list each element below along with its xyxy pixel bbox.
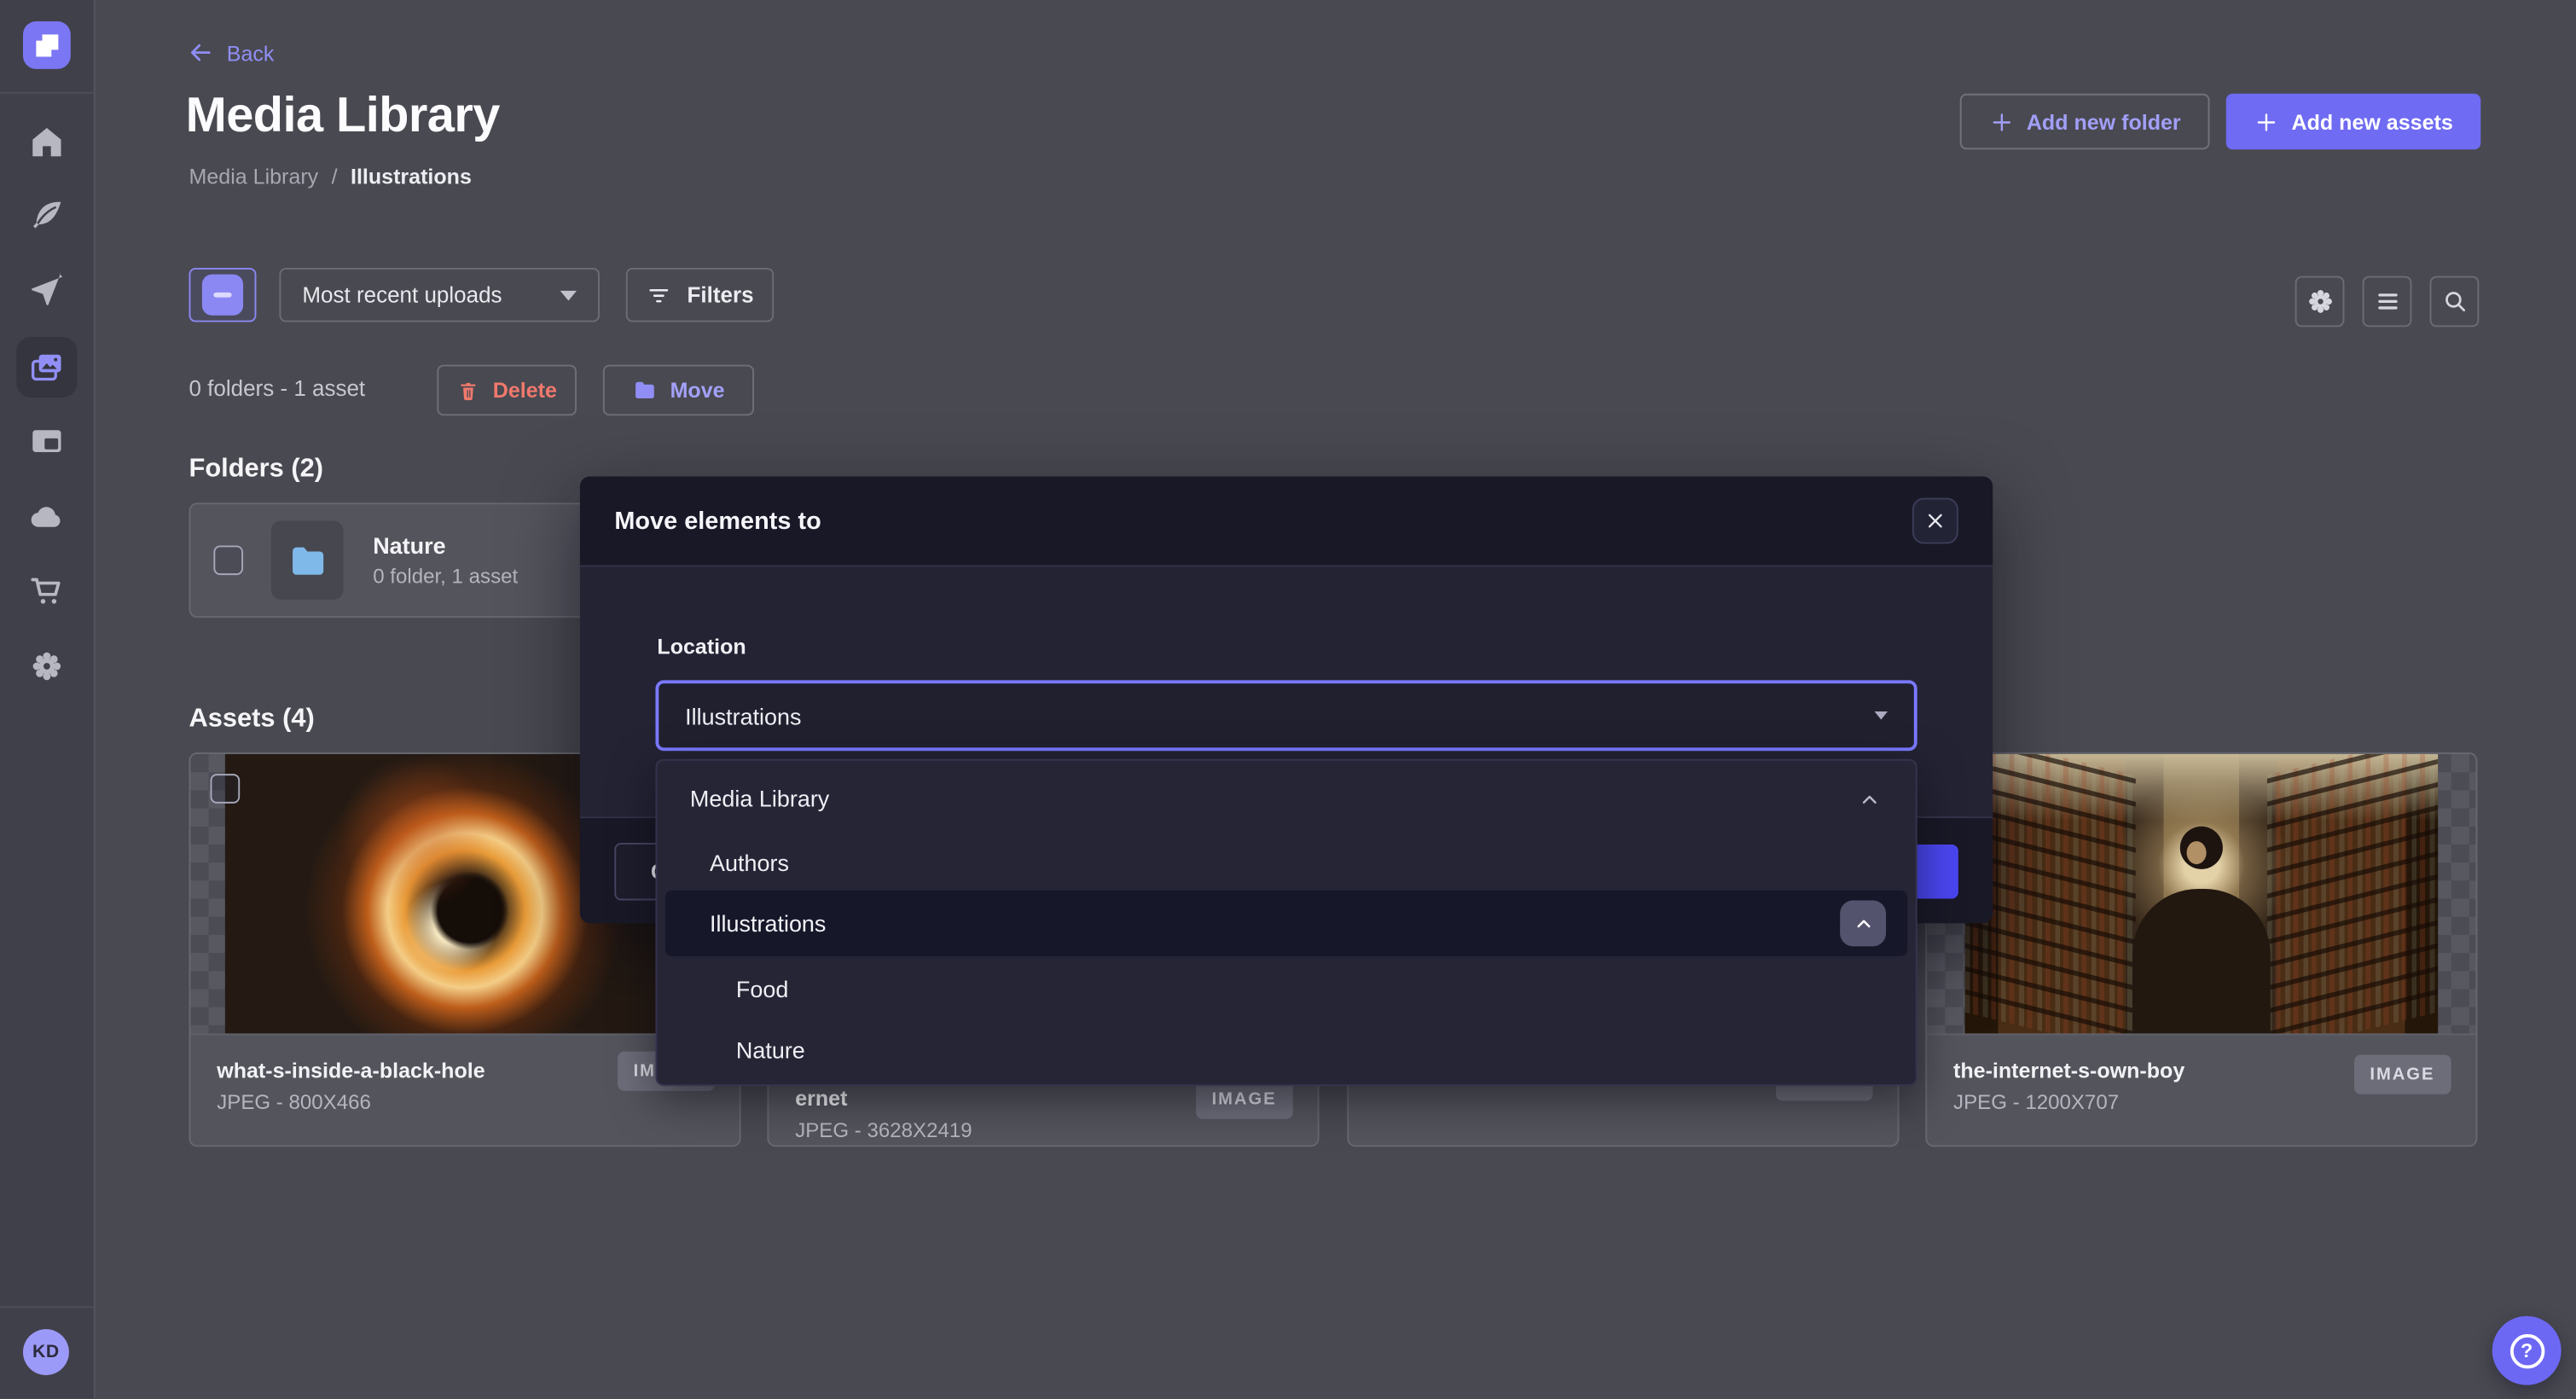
sidebar-item-deploy[interactable]: [0, 486, 94, 545]
help-button[interactable]: ?: [2492, 1316, 2561, 1385]
sidebar-item-marketplace[interactable]: [0, 560, 94, 619]
tree-item-nature[interactable]: Nature: [736, 1036, 805, 1063]
list-view-button[interactable]: [2363, 276, 2412, 328]
folder-meta: 0 folder, 1 asset: [373, 566, 518, 589]
asset-type-badge: IMAGE: [2353, 1055, 2451, 1094]
breadcrumb: Media Library / Illustrations: [189, 165, 471, 189]
cart-icon: [28, 571, 66, 608]
asset-meta: JPEG - 800X466: [217, 1091, 713, 1114]
asset-meta: JPEG - 3628X2419: [795, 1119, 1291, 1142]
back-label: Back: [227, 40, 275, 65]
breadcrumb-separator: /: [332, 165, 338, 189]
strapi-logo[interactable]: [23, 21, 71, 69]
send-icon: [28, 272, 66, 310]
selection-summary: 0 folders - 1 asset: [189, 376, 365, 401]
library-image: [1965, 754, 2439, 1033]
sidebar-item-content-type-builder[interactable]: [0, 411, 94, 470]
media-library-icon: [28, 348, 66, 386]
view-toggle-button[interactable]: [189, 268, 256, 322]
sort-select[interactable]: Most recent uploads: [279, 268, 600, 322]
location-select[interactable]: Illustrations: [655, 680, 1917, 751]
filters-button[interactable]: Filters: [626, 268, 774, 322]
modal-header: Move elements to: [580, 477, 1993, 567]
tree-item-authors[interactable]: Authors: [710, 850, 789, 876]
help-label: ?: [2521, 1339, 2532, 1362]
breadcrumb-root[interactable]: Media Library: [189, 165, 318, 189]
add-new-folder-button[interactable]: Add new folder: [1960, 94, 2210, 149]
tree-item-media-library[interactable]: Media Library: [690, 786, 829, 812]
trash-icon: [456, 379, 479, 402]
asset-checkbox[interactable]: [211, 774, 241, 804]
breadcrumb-current: Illustrations: [351, 165, 472, 189]
feather-icon: [28, 196, 66, 234]
close-icon: [1925, 511, 1945, 531]
tree-item-illustrations[interactable]: Illustrations: [665, 891, 1907, 956]
user-avatar[interactable]: KD: [23, 1329, 69, 1375]
sidebar-divider-bottom: [0, 1306, 94, 1308]
add-new-assets-button[interactable]: Add new assets: [2226, 94, 2481, 149]
search-button[interactable]: [2430, 276, 2480, 328]
assets-heading: Assets (4): [189, 705, 314, 734]
delete-label: Delete: [493, 378, 557, 403]
move-button[interactable]: Move: [603, 365, 754, 416]
sort-value: Most recent uploads: [302, 282, 502, 307]
sidebar-item-content-manager[interactable]: [0, 186, 94, 245]
back-arrow-icon: [188, 39, 214, 66]
folder-icon: [287, 540, 328, 581]
home-icon: [28, 122, 66, 160]
sidebar-item-settings[interactable]: [0, 636, 94, 694]
back-link[interactable]: Back: [188, 39, 275, 66]
move-label: Move: [670, 378, 725, 403]
plus-icon: [2254, 109, 2278, 134]
asset-info: the-internet-s-own-boy JPEG - 1200X707 I…: [1927, 1033, 2475, 1146]
question-icon: ?: [2509, 1333, 2544, 1367]
add-folder-label: Add new folder: [2027, 109, 2181, 134]
add-assets-label: Add new assets: [2292, 109, 2453, 134]
media-library-page: KD Back Media Library Media Library / Il…: [0, 0, 2576, 1398]
filter-icon: [646, 282, 672, 308]
collapse-illustrations-button[interactable]: [1840, 900, 1886, 946]
search-icon: [2440, 287, 2469, 316]
list-icon: [2373, 287, 2401, 316]
plus-icon: [1989, 109, 2014, 134]
sidebar-item-home[interactable]: [0, 112, 94, 171]
asset-card[interactable]: the-internet-s-own-boy JPEG - 1200X707 I…: [1925, 752, 2477, 1146]
folder-tree-dropdown: Media Library Authors Illustrations Food…: [655, 759, 1917, 1086]
chevron-down-icon: [560, 290, 577, 300]
app-sidebar: KD: [0, 0, 96, 1398]
chevron-up-icon[interactable]: [1858, 788, 1881, 811]
grid-view-icon: [202, 275, 243, 316]
sidebar-item-releases[interactable]: [0, 261, 94, 320]
sidebar-item-media-library[interactable]: [16, 337, 77, 398]
settings-icon-button[interactable]: [2295, 276, 2345, 328]
sidebar-divider-top: [0, 92, 94, 94]
cloud-icon: [28, 497, 66, 535]
chevron-down-icon: [1875, 711, 1888, 720]
modal-close-button[interactable]: [1912, 498, 1958, 544]
avatar-initials: KD: [32, 1343, 60, 1362]
folder-icon-tile: [271, 521, 344, 600]
folder-checkbox[interactable]: [213, 545, 243, 575]
filters-label: Filters: [688, 282, 754, 307]
tree-item-label: Illustrations: [710, 910, 826, 937]
folder-name: Nature: [373, 532, 518, 559]
asset-thumbnail: [1927, 754, 2475, 1033]
location-label: Location: [657, 634, 746, 659]
location-value: Illustrations: [685, 702, 801, 729]
chevron-up-icon: [1853, 913, 1874, 934]
strapi-logo-icon: [35, 33, 58, 56]
delete-button[interactable]: Delete: [437, 365, 577, 416]
tree-item-food[interactable]: Food: [736, 976, 788, 1002]
modal-title: Move elements to: [614, 507, 821, 535]
page-title: Media Library: [186, 89, 500, 144]
asset-meta: JPEG - 1200X707: [1953, 1091, 2450, 1114]
folders-heading: Folders (2): [189, 456, 323, 485]
folder-icon: [632, 378, 657, 403]
gear-icon: [2304, 286, 2335, 317]
gear-icon: [28, 647, 66, 684]
layout-icon: [28, 421, 66, 459]
